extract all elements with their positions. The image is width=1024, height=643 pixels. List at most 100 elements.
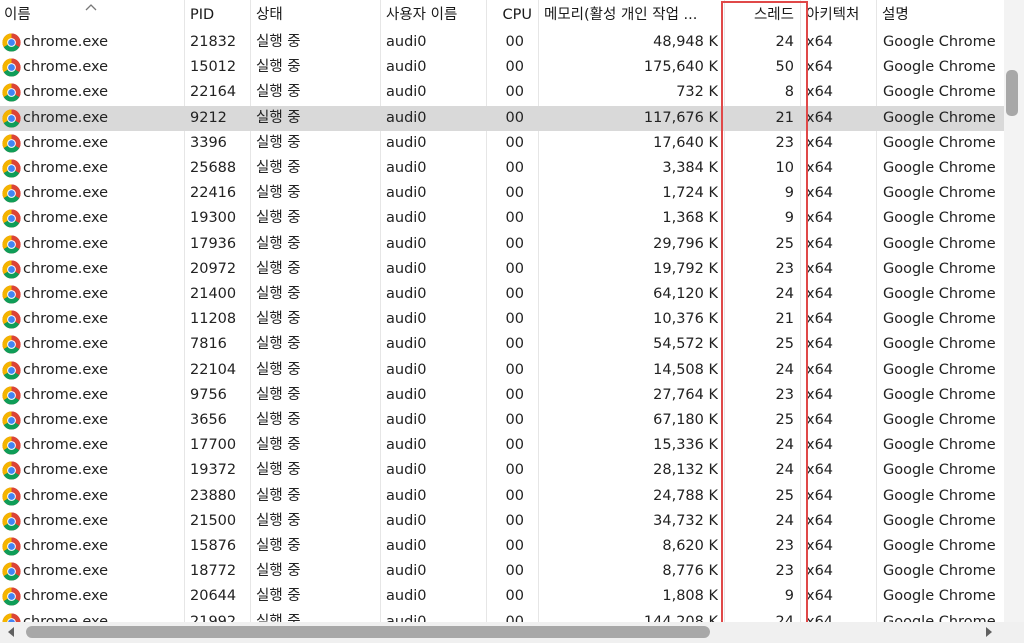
table-row[interactable]: chrome.exe 7816 실행 중 audi0 00 54,572 K 25 x64 Go… — [0, 332, 1004, 357]
description-cell: Google Chrome — [883, 487, 996, 504]
architecture-cell: x64 — [806, 109, 834, 126]
memory-cell: 24,788 K — [653, 487, 718, 504]
table-row[interactable]: chrome.exe 22104 실행 중 audi0 00 14,508 K 24 x64 G… — [0, 358, 1004, 383]
user-cell: audi0 — [386, 311, 427, 328]
threads-cell: 24 — [775, 512, 794, 529]
status-cell: 실행 중 — [256, 34, 301, 50]
table-row[interactable]: chrome.exe 15012 실행 중 audi0 00 175,640 K 50 x64… — [0, 55, 1004, 80]
cpu-cell: 00 — [505, 286, 524, 302]
cpu-cell: 00 — [505, 563, 524, 580]
table-row[interactable]: chrome.exe 22416 실행 중 audi0 00 1,724 K 9 x64 Goo… — [0, 181, 1004, 206]
cpu-cell: 00 — [505, 361, 524, 378]
column-header-user[interactable]: 사용자 이름 — [382, 0, 486, 30]
pid-cell: 21400 — [190, 286, 237, 302]
status-cell: 실행 중 — [256, 412, 301, 428]
table-row[interactable]: chrome.exe 21500 실행 중 audi0 00 34,732 K 24 x64 G… — [0, 509, 1004, 534]
horizontal-scrollbar-thumb[interactable] — [26, 626, 710, 638]
table-row[interactable]: chrome.exe 23880 실행 중 audi0 00 24,788 K 25 x64 G… — [0, 484, 1004, 509]
description-cell: Google Chrome — [883, 386, 996, 403]
architecture-cell: x64 — [806, 412, 834, 428]
threads-cell: 23 — [775, 260, 794, 277]
column-header-description[interactable]: 설명 — [878, 0, 1004, 30]
cpu-cell: 00 — [505, 260, 524, 277]
column-header-architecture[interactable]: 아키텍처 — [802, 0, 876, 30]
cpu-cell: 00 — [505, 588, 524, 605]
user-cell: audi0 — [386, 437, 427, 454]
chrome-icon — [2, 613, 21, 622]
description-cell: Google Chrome — [883, 210, 996, 227]
table-row[interactable]: chrome.exe 3656 실행 중 audi0 00 67,180 K 25 x64 Go… — [0, 408, 1004, 433]
column-header-threads[interactable]: 스레드 — [726, 0, 798, 30]
user-cell: audi0 — [386, 235, 427, 252]
architecture-cell: x64 — [806, 286, 834, 302]
scroll-left-icon[interactable] — [6, 626, 16, 638]
column-header-status[interactable]: 상태 — [252, 0, 380, 30]
table-row[interactable]: chrome.exe 15876 실행 중 audi0 00 8,620 K 23 x64 Go… — [0, 534, 1004, 559]
process-name-cell: chrome.exe — [23, 109, 109, 126]
pid-cell: 17700 — [190, 437, 237, 454]
scroll-right-icon[interactable] — [984, 626, 994, 638]
memory-cell: 8,620 K — [662, 538, 718, 554]
chrome-icon — [2, 58, 21, 77]
pid-cell: 3656 — [190, 412, 227, 428]
table-row[interactable]: chrome.exe 20644 실행 중 audi0 00 1,808 K 9 x64 Goo… — [0, 584, 1004, 609]
memory-cell: 15,336 K — [653, 437, 718, 454]
table-row[interactable]: chrome.exe 19372 실행 중 audi0 00 28,132 K 24 x64 G… — [0, 458, 1004, 483]
threads-cell: 10 — [775, 160, 794, 176]
status-cell: 실행 중 — [256, 588, 301, 605]
threads-cell: 9 — [784, 588, 794, 605]
user-cell: audi0 — [386, 487, 427, 504]
description-cell: Google Chrome — [883, 34, 996, 50]
process-name-cell: chrome.exe — [23, 59, 109, 76]
user-cell: audi0 — [386, 613, 427, 622]
status-cell: 실행 중 — [256, 538, 301, 554]
table-row[interactable]: chrome.exe 17700 실행 중 audi0 00 15,336 K 24 x64 G… — [0, 433, 1004, 458]
description-cell: Google Chrome — [883, 134, 996, 151]
table-row[interactable]: chrome.exe 21992 실행 중 audi0 00 144,208 K 24 x64… — [0, 610, 1004, 622]
description-cell: Google Chrome — [883, 462, 996, 479]
table-row[interactable]: chrome.exe 17936 실행 중 audi0 00 29,796 K 25 x64 G… — [0, 232, 1004, 257]
table-row[interactable]: chrome.exe 9212 실행 중 audi0 00 117,676 K 21 x64 G… — [0, 105, 1004, 131]
column-header-pid[interactable]: PID — [186, 0, 250, 30]
status-cell: 실행 중 — [256, 109, 301, 126]
table-row[interactable]: chrome.exe 22164 실행 중 audi0 00 732 K 8 x64 Googl… — [0, 80, 1004, 105]
status-cell: 실행 중 — [256, 487, 301, 504]
column-header-cpu[interactable]: CPU — [488, 0, 536, 30]
memory-cell: 117,676 K — [643, 109, 718, 126]
chrome-icon — [2, 411, 21, 430]
table-row[interactable]: chrome.exe 18772 실행 중 audi0 00 8,776 K 23 x64 Go… — [0, 559, 1004, 584]
table-row[interactable]: chrome.exe 25688 실행 중 audi0 00 3,384 K 10 x64 Go… — [0, 156, 1004, 181]
memory-cell: 1,368 K — [662, 210, 718, 227]
table-row[interactable]: chrome.exe 11208 실행 중 audi0 00 10,376 K 21 x64 G… — [0, 307, 1004, 332]
architecture-cell: x64 — [806, 487, 834, 504]
status-cell: 실행 중 — [256, 336, 301, 353]
chrome-icon — [2, 209, 21, 228]
chrome-icon — [2, 159, 21, 178]
vertical-scrollbar-thumb[interactable] — [1006, 70, 1018, 116]
cpu-cell: 00 — [505, 84, 524, 101]
table-row[interactable]: chrome.exe 3396 실행 중 audi0 00 17,640 K 23 x64 Go… — [0, 131, 1004, 156]
process-name-cell: chrome.exe — [23, 235, 109, 252]
table-row[interactable]: chrome.exe 21832 실행 중 audi0 00 48,948 K 24 x64 G… — [0, 30, 1004, 55]
chrome-icon — [2, 487, 21, 506]
status-cell: 실행 중 — [256, 286, 301, 302]
status-cell: 실행 중 — [256, 512, 301, 529]
pid-cell: 22416 — [190, 185, 237, 202]
cpu-cell: 00 — [505, 109, 524, 126]
threads-cell: 50 — [775, 59, 794, 76]
process-name-cell: chrome.exe — [23, 286, 109, 302]
table-row[interactable]: chrome.exe 19300 실행 중 audi0 00 1,368 K 9 x64 Goo… — [0, 206, 1004, 231]
threads-cell: 23 — [775, 386, 794, 403]
user-cell: audi0 — [386, 538, 427, 554]
architecture-cell: x64 — [806, 613, 834, 622]
threads-cell: 24 — [775, 613, 794, 622]
user-cell: audi0 — [386, 134, 427, 151]
table-row[interactable]: chrome.exe 20972 실행 중 audi0 00 19,792 K 23 x64 G… — [0, 257, 1004, 282]
table-row[interactable]: chrome.exe 21400 실행 중 audi0 00 64,120 K 24 x64 G… — [0, 282, 1004, 307]
column-header-memory[interactable]: 메모리(활성 개인 작업 ... — [540, 0, 724, 30]
process-name-cell: chrome.exe — [23, 34, 109, 50]
user-cell: audi0 — [386, 563, 427, 580]
table-row[interactable]: chrome.exe 9756 실행 중 audi0 00 27,764 K 23 x64 Go… — [0, 383, 1004, 408]
status-cell: 실행 중 — [256, 59, 301, 76]
user-cell: audi0 — [386, 412, 427, 428]
